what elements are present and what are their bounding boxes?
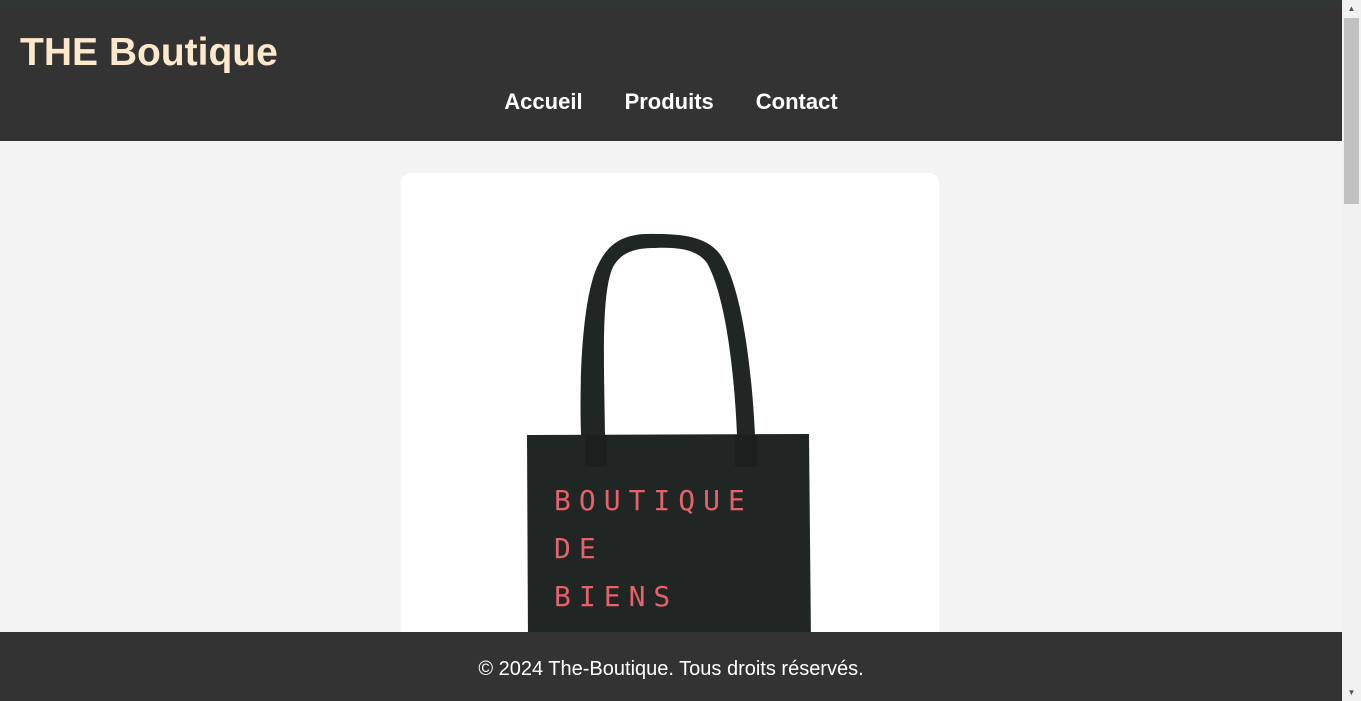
site-footer: © 2024 The-Boutique. Tous droits réservé… <box>0 632 1342 701</box>
top-border <box>0 0 1342 1</box>
scroll-up-arrow-icon[interactable]: ▲ <box>1342 0 1361 17</box>
bag-text-line-3: BIENS <box>554 580 678 613</box>
page-viewport: THE Boutique Accueil Produits Contact BO… <box>0 0 1342 701</box>
bag-handle <box>580 233 755 435</box>
site-header: THE Boutique Accueil Produits Contact <box>0 0 1342 141</box>
bag-text-line-2: DE <box>554 532 604 565</box>
bag-handle-tab-right <box>735 435 757 467</box>
bag-handle-tab-left <box>585 435 607 467</box>
scrollbar-thumb[interactable] <box>1344 18 1359 204</box>
nav-link-produits[interactable]: Produits <box>625 88 714 116</box>
site-title[interactable]: THE Boutique <box>20 30 278 76</box>
scroll-down-arrow-icon[interactable]: ▼ <box>1342 684 1361 701</box>
main-nav: Accueil Produits Contact <box>0 88 1342 116</box>
footer-copyright: © 2024 The-Boutique. Tous droits réservé… <box>478 658 864 680</box>
product-card[interactable]: BOUTIQUE DE BIENS <box>401 173 939 693</box>
nav-link-contact[interactable]: Contact <box>756 88 838 116</box>
vertical-scrollbar[interactable]: ▲ ▼ <box>1342 0 1361 701</box>
product-image-tote-bag[interactable]: BOUTIQUE DE BIENS <box>401 173 939 693</box>
nav-link-accueil[interactable]: Accueil <box>504 88 582 116</box>
bag-text-line-1: BOUTIQUE <box>554 484 753 517</box>
